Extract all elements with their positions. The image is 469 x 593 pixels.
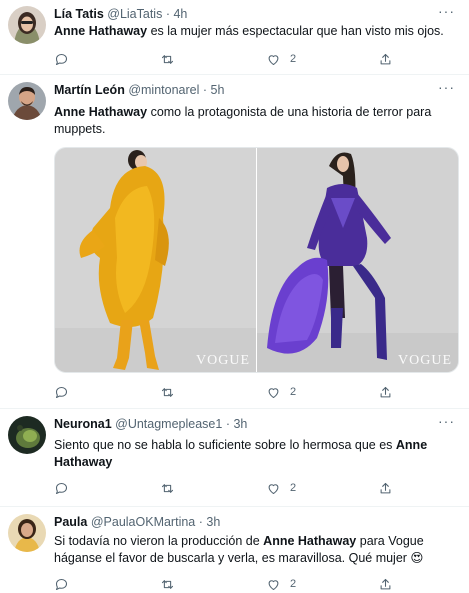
tweet-actions: 2: [54, 575, 414, 593]
retweet-icon: [161, 579, 174, 589]
tweet-card[interactable]: Lía Tatis @LiaTatis · 4h ··· Anne Hathaw…: [0, 0, 469, 75]
tweet-text: Si todavía no vieron la producción de An…: [54, 533, 451, 567]
reply-icon: [55, 578, 68, 590]
retweet-button[interactable]: [160, 479, 175, 497]
mention-bold: Anne Hathaway: [54, 24, 148, 38]
timestamp[interactable]: 4h: [173, 7, 187, 21]
heart-icon: [268, 387, 279, 398]
reply-icon: [55, 386, 68, 398]
separator-dot: ·: [225, 417, 230, 431]
tweet-header: Martín León @mintonarel · 5h: [54, 82, 224, 98]
like-button[interactable]: 2: [266, 383, 296, 401]
more-options-icon[interactable]: ···: [438, 3, 455, 19]
separator-dot: ·: [202, 83, 208, 97]
retweet-button[interactable]: [160, 383, 175, 401]
like-count: 2: [290, 386, 297, 398]
more-options-icon[interactable]: ···: [438, 79, 455, 95]
retweet-icon: [161, 387, 174, 397]
author-handle[interactable]: @LiaTatis: [107, 7, 162, 21]
author-name[interactable]: Martín León: [54, 83, 125, 97]
avatar[interactable]: [8, 6, 46, 44]
share-button[interactable]: [378, 50, 393, 68]
reply-icon: [55, 482, 68, 494]
timestamp[interactable]: 3h: [206, 515, 220, 529]
tweet-card[interactable]: Paula @PaulaOKMartina · 3h Si todavía no…: [0, 508, 469, 593]
author-name[interactable]: Paula: [54, 515, 87, 529]
avatar[interactable]: [8, 416, 46, 454]
timestamp[interactable]: 5h: [211, 83, 225, 97]
reply-button[interactable]: [54, 479, 69, 497]
author-handle[interactable]: @mintonarel: [128, 83, 199, 97]
tweet-actions: 2: [54, 383, 414, 401]
tweet-text: Siento que no se habla lo suficiente sob…: [54, 437, 445, 471]
share-icon: [380, 578, 391, 589]
heart-eyes-emoji: 😍: [410, 551, 424, 565]
photo-yellow-coat[interactable]: VOGUE: [55, 148, 256, 372]
like-count: 2: [290, 482, 297, 494]
like-button[interactable]: 2: [266, 479, 296, 497]
avatar[interactable]: [8, 514, 46, 552]
tweet-text: Anne Hathaway es la mujer más espectacul…: [54, 23, 445, 40]
media-grid[interactable]: VOGUE VOGUE: [54, 147, 459, 373]
share-icon: [380, 482, 391, 493]
tweet-card[interactable]: Martín León @mintonarel · 5h ··· Anne Ha…: [0, 76, 469, 409]
author-handle[interactable]: @PaulaOKMartina: [91, 515, 195, 529]
heart-icon: [268, 483, 279, 494]
tweet-header: Lía Tatis @LiaTatis · 4h: [54, 6, 187, 22]
avatar[interactable]: [8, 82, 46, 120]
retweet-button[interactable]: [160, 575, 175, 593]
share-button[interactable]: [378, 575, 393, 593]
share-button[interactable]: [378, 383, 393, 401]
author-name[interactable]: Lía Tatis: [54, 7, 104, 21]
retweet-icon: [161, 483, 174, 493]
reply-button[interactable]: [54, 383, 69, 401]
mention-bold: Anne Hathaway: [54, 105, 148, 119]
share-icon: [380, 386, 391, 397]
vogue-watermark: VOGUE: [398, 353, 452, 368]
retweet-icon: [161, 54, 174, 64]
retweet-button[interactable]: [160, 50, 175, 68]
text-span: Siento que no se habla lo suficiente sob…: [54, 438, 396, 452]
like-button[interactable]: 2: [266, 575, 296, 593]
mention-bold: Anne Hathaway: [263, 534, 357, 548]
tweet-header: Paula @PaulaOKMartina · 3h: [54, 514, 220, 530]
vogue-watermark: VOGUE: [196, 353, 250, 368]
share-button[interactable]: [378, 479, 393, 497]
like-count: 2: [290, 53, 297, 65]
separator-dot: ·: [165, 7, 170, 21]
reply-button[interactable]: [54, 50, 69, 68]
tweet-actions: 2: [54, 50, 414, 68]
like-button[interactable]: 2: [266, 50, 296, 68]
like-count: 2: [290, 578, 297, 590]
share-icon: [380, 53, 391, 64]
reply-icon: [55, 53, 68, 65]
timestamp[interactable]: 3h: [233, 417, 247, 431]
text-span: es la mujer más espectacular que han vis…: [147, 24, 444, 38]
more-options-icon[interactable]: ···: [438, 413, 455, 429]
heart-icon: [268, 54, 279, 65]
reply-button[interactable]: [54, 575, 69, 593]
separator-dot: ·: [198, 515, 203, 529]
author-handle[interactable]: @Untagmeplease1: [115, 417, 222, 431]
tweet-text: Anne Hathaway como la protagonista de un…: [54, 104, 445, 138]
tweet-feed: Lía Tatis @LiaTatis · 4h ··· Anne Hathaw…: [0, 0, 469, 593]
text-span: Si todavía no vieron la producción de: [54, 534, 264, 548]
tweet-header: Neurona1 @Untagmeplease1 · 3h: [54, 416, 247, 432]
tweet-card[interactable]: Neurona1 @Untagmeplease1 · 3h ··· Siento…: [0, 410, 469, 507]
photo-purple-dress[interactable]: VOGUE: [257, 148, 458, 372]
tweet-actions: 2: [54, 479, 414, 497]
heart-icon: [268, 579, 279, 590]
author-name[interactable]: Neurona1: [54, 417, 112, 431]
